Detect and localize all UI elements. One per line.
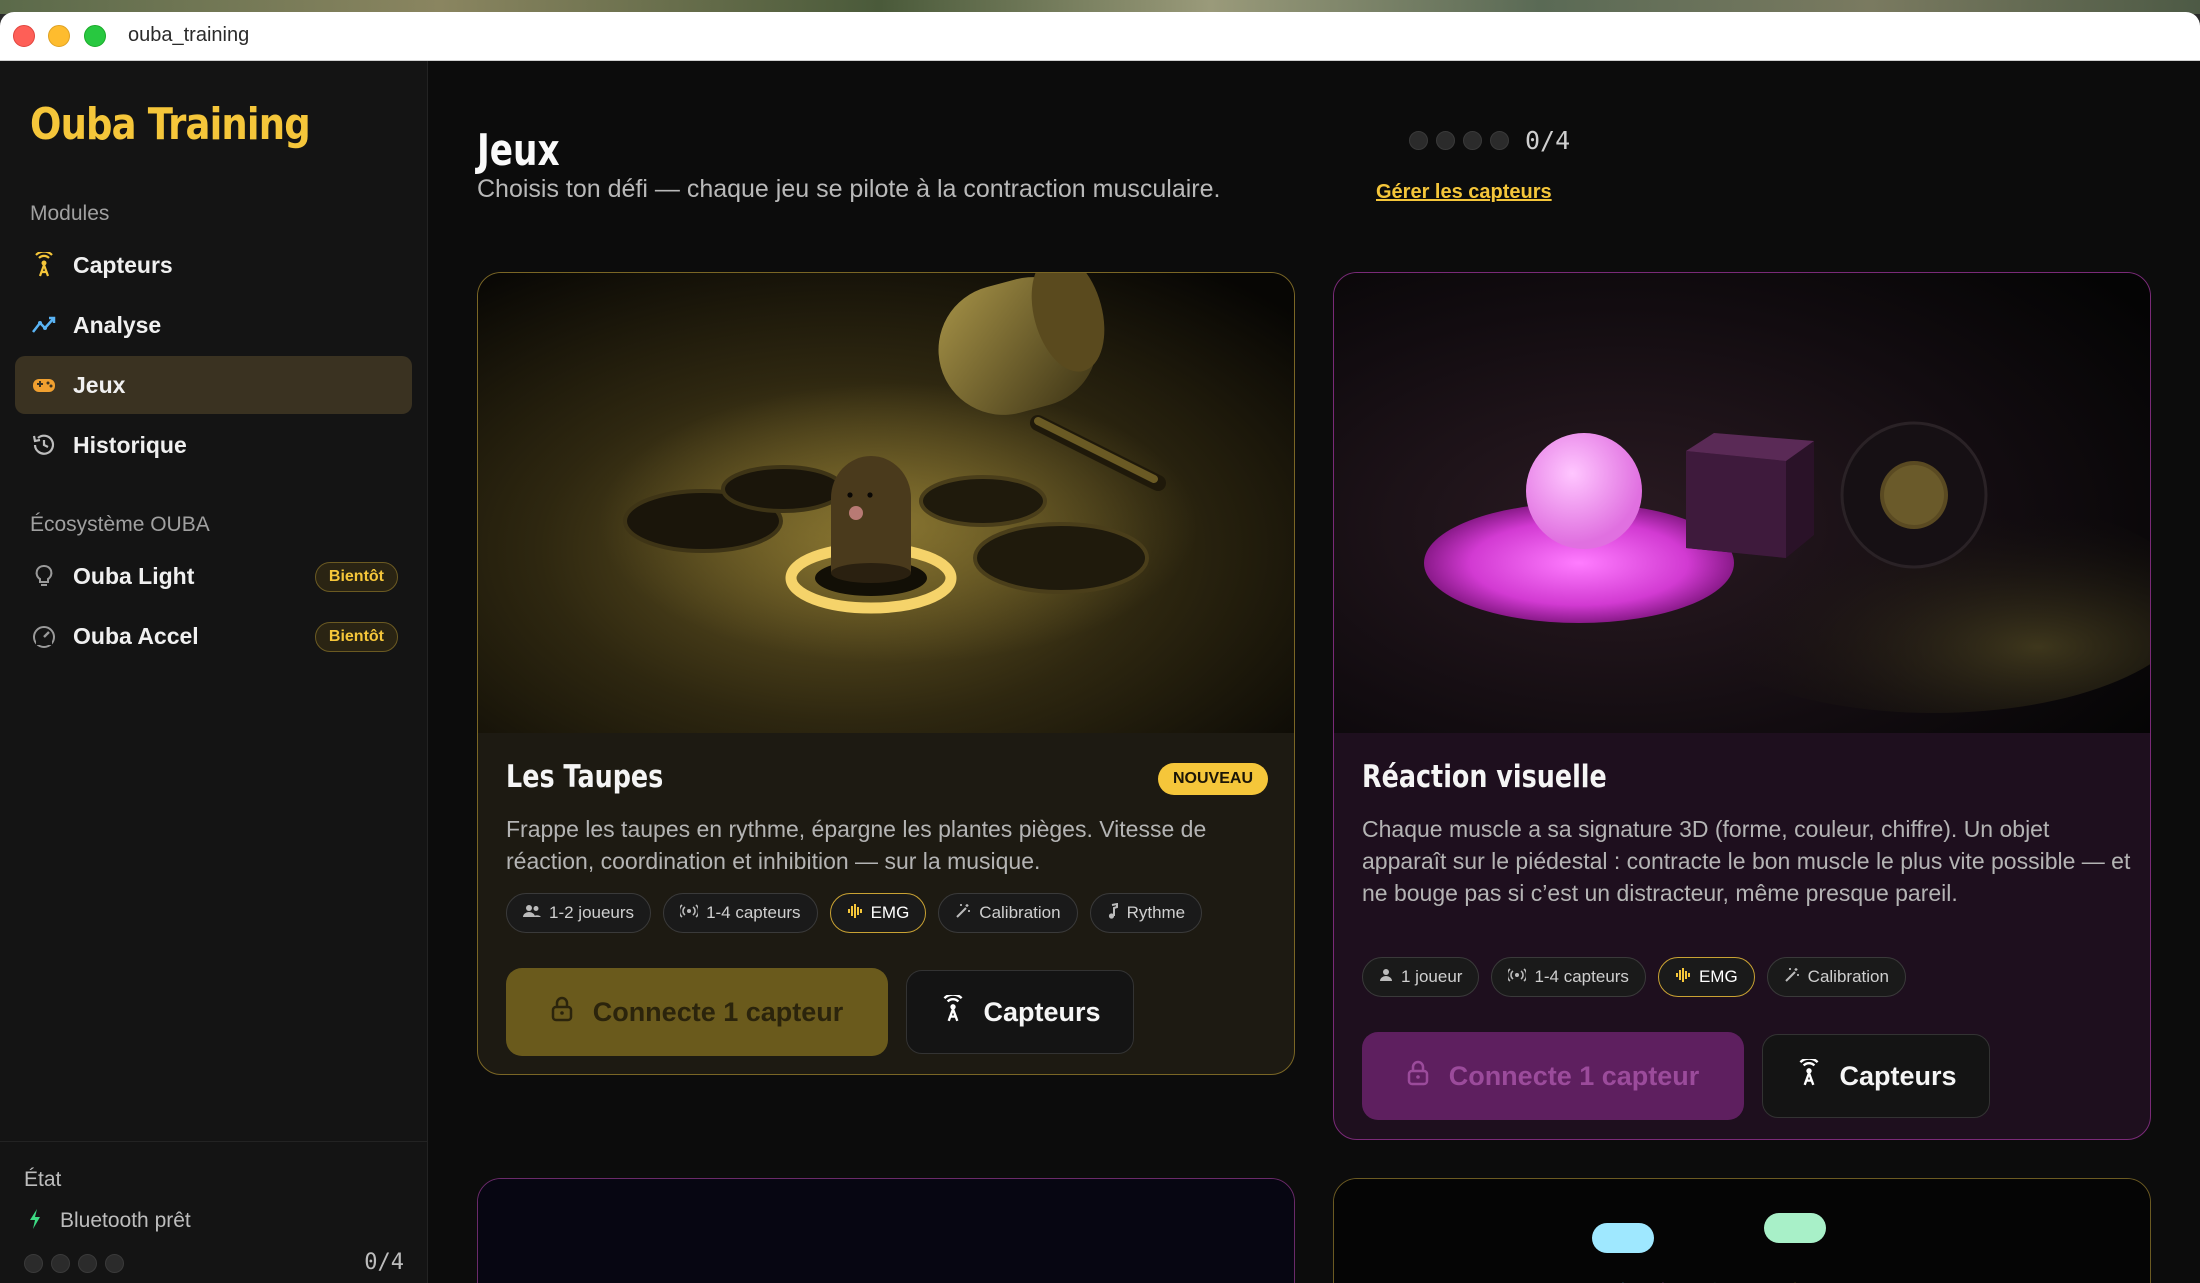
- minimize-window-button[interactable]: [48, 25, 70, 47]
- maximize-window-button[interactable]: [84, 25, 106, 47]
- connect-sensor-button[interactable]: Connecte 1 capteur: [1362, 1032, 1744, 1120]
- sidebar-item-ouba-light[interactable]: Ouba Light Bientôt: [15, 547, 412, 605]
- lock-icon: [551, 996, 573, 1029]
- tag-players: 1-2 joueurs: [506, 893, 652, 933]
- bluetooth-status: Bluetooth prêt: [28, 1208, 191, 1234]
- users-icon: [523, 903, 541, 923]
- sensors-button[interactable]: Capteurs: [1762, 1034, 1990, 1118]
- sidebar: Ouba Training Modules Capteurs Analyse J…: [0, 61, 428, 1283]
- main-content: Jeux Choisis ton défi — chaque jeu se pi…: [429, 61, 2200, 1283]
- page-subtitle: Choisis ton défi — chaque jeu se pilote …: [477, 175, 1221, 203]
- tag-emg: EMG: [829, 893, 927, 933]
- sensor-dot: [1436, 131, 1455, 150]
- sidebar-item-label: Historique: [73, 431, 187, 458]
- sensor-dot: [1490, 131, 1509, 150]
- user-icon: [1379, 967, 1393, 987]
- game-artwork: [478, 1179, 1294, 1283]
- sensor-count: 0/4: [364, 1250, 404, 1275]
- ecosystem-label: Écosystème OUBA: [30, 513, 210, 536]
- sidebar-item-label: Ouba Accel: [73, 622, 199, 649]
- lightbulb-icon: [30, 562, 58, 590]
- game-title: Les Taupes: [506, 759, 664, 795]
- game-card-partial-left[interactable]: [477, 1178, 1295, 1283]
- close-window-button[interactable]: [13, 25, 35, 47]
- game-artwork: [478, 273, 1294, 733]
- sidebar-item-label: Capteurs: [73, 251, 173, 278]
- sensor-dot: [105, 1254, 124, 1273]
- game-description: Frappe les taupes en rythme, épargne les…: [506, 816, 1207, 874]
- antenna-icon: [1795, 1056, 1823, 1094]
- manage-sensors-link[interactable]: Gérer les capteurs: [1376, 181, 1552, 204]
- sidebar-item-historique[interactable]: Historique: [15, 416, 412, 474]
- sensor-dot: [51, 1254, 70, 1273]
- game-card-taupes[interactable]: Les Taupes NOUVEAU Frappe les taupes en …: [477, 272, 1295, 1075]
- waveform-icon: [847, 903, 863, 924]
- lightning-icon: [28, 1208, 42, 1234]
- game-title: Réaction visuelle: [1362, 759, 1607, 795]
- header-sensor-count: 0/4: [1525, 126, 1571, 155]
- header-sensor-dots: [1409, 131, 1509, 150]
- app-brand: Ouba Training: [30, 99, 311, 150]
- page-title: Jeux: [477, 125, 560, 176]
- lock-icon: [1407, 1060, 1429, 1093]
- game-artwork: [1334, 273, 2150, 733]
- tag-players: 1 joueur: [1362, 957, 1480, 997]
- sidebar-item-label: Jeux: [73, 371, 126, 398]
- soon-badge: Bientôt: [314, 622, 398, 652]
- music-note-icon: [1107, 902, 1119, 924]
- magic-wand-icon: [955, 903, 971, 924]
- magic-wand-icon: [1784, 967, 1800, 988]
- antenna-icon: [939, 992, 967, 1030]
- modules-label: Modules: [30, 202, 110, 225]
- tag-list: 1-2 joueurs 1-4 capteurs EMG Calibration: [506, 893, 1203, 933]
- soon-badge: Bientôt: [314, 562, 398, 592]
- sidebar-item-capteurs[interactable]: Capteurs: [15, 236, 412, 294]
- sensor-dots: [24, 1254, 124, 1273]
- tag-calibration: Calibration: [1766, 957, 1906, 997]
- signal-icon: [678, 903, 700, 923]
- bluetooth-status-text: Bluetooth prêt: [60, 1209, 191, 1232]
- trend-chart-icon: [30, 311, 58, 339]
- tag-sensors: 1-4 capteurs: [1491, 957, 1646, 997]
- game-card-partial-right[interactable]: [1333, 1178, 2151, 1283]
- tag-sensors: 1-4 capteurs: [663, 893, 818, 933]
- sidebar-item-label: Analyse: [73, 311, 162, 338]
- sensor-dot: [24, 1254, 43, 1273]
- tag-rhythm: Rythme: [1089, 893, 1203, 933]
- waveform-icon: [1675, 967, 1691, 988]
- tag-calibration: Calibration: [938, 893, 1078, 933]
- app-window: ouba_training Ouba Training Modules Capt…: [0, 12, 2200, 1283]
- sidebar-item-ouba-accel[interactable]: Ouba Accel Bientôt: [15, 607, 412, 665]
- sensor-dot: [1463, 131, 1482, 150]
- status-title: État: [24, 1168, 62, 1191]
- gauge-icon: [30, 622, 58, 650]
- gamepad-icon: [30, 371, 58, 399]
- window-title: ouba_training: [128, 24, 250, 46]
- sensor-dot: [78, 1254, 97, 1273]
- sidebar-item-jeux[interactable]: Jeux: [15, 356, 412, 414]
- game-card-reaction[interactable]: Réaction visuelle Chaque muscle a sa sig…: [1333, 272, 2151, 1140]
- tag-emg: EMG: [1657, 957, 1755, 997]
- status-panel: État Bluetooth prêt 0/4: [0, 1141, 428, 1283]
- antenna-icon: [30, 251, 58, 279]
- sidebar-item-label: Ouba Light: [73, 562, 195, 589]
- tag-list: 1 joueur 1-4 capteurs EMG Calibration: [1362, 957, 1906, 997]
- sensors-button[interactable]: Capteurs: [906, 970, 1134, 1054]
- history-icon: [30, 431, 58, 459]
- sensor-dot: [1409, 131, 1428, 150]
- new-badge: NOUVEAU: [1157, 763, 1268, 795]
- game-description: Chaque muscle a sa signature 3D (forme, …: [1362, 816, 2131, 906]
- signal-icon: [1506, 967, 1528, 987]
- connect-sensor-button[interactable]: Connecte 1 capteur: [506, 968, 888, 1056]
- game-artwork: [1334, 1179, 2150, 1283]
- title-bar: ouba_training: [0, 12, 2200, 61]
- sidebar-item-analyse[interactable]: Analyse: [15, 296, 412, 354]
